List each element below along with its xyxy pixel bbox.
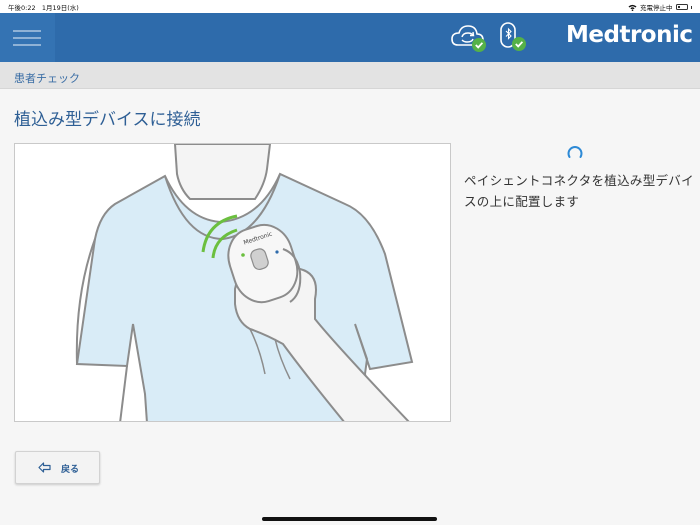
loading-spinner-icon	[567, 146, 583, 158]
charging-status: 充電停止中	[640, 4, 673, 12]
status-right: 充電停止中	[628, 2, 692, 12]
app-header: Medtronic	[0, 13, 700, 62]
battery-icon	[675, 4, 688, 10]
medtronic-logo: Medtronic	[566, 22, 693, 48]
menu-icon-line	[13, 37, 41, 39]
back-button-label: 戻る	[61, 465, 80, 475]
status-time: 午後0:22 1月19日(水)	[8, 2, 79, 12]
breadcrumb-bar: 患者チェック	[0, 62, 700, 89]
bluetooth-connector-icon[interactable]	[499, 21, 529, 53]
page-title: 植込み型デバイスに接続	[14, 110, 201, 130]
menu-button[interactable]	[0, 13, 55, 62]
home-indicator[interactable]	[262, 517, 437, 521]
back-button[interactable]: 戻る	[15, 451, 100, 484]
wifi-icon	[628, 4, 637, 11]
status-date-text: 1月19日(水)	[41, 4, 79, 12]
menu-icon-line	[13, 44, 41, 46]
back-arrow-icon	[38, 462, 51, 473]
instruction-text: ペイシェントコネクタを植込み型デバイスの上に配置します	[464, 173, 694, 209]
connector-placement-illustration: Medtronic	[14, 143, 451, 422]
breadcrumb: 患者チェック	[14, 72, 80, 85]
status-bar: 午後0:22 1月19日(水) 充電停止中	[0, 0, 700, 13]
cloud-sync-icon[interactable]	[450, 23, 488, 53]
battery-tip	[690, 5, 692, 9]
menu-icon	[13, 30, 41, 32]
status-time-text: 午後0:22	[8, 4, 36, 12]
patient-illustration: Medtronic	[75, 144, 414, 421]
